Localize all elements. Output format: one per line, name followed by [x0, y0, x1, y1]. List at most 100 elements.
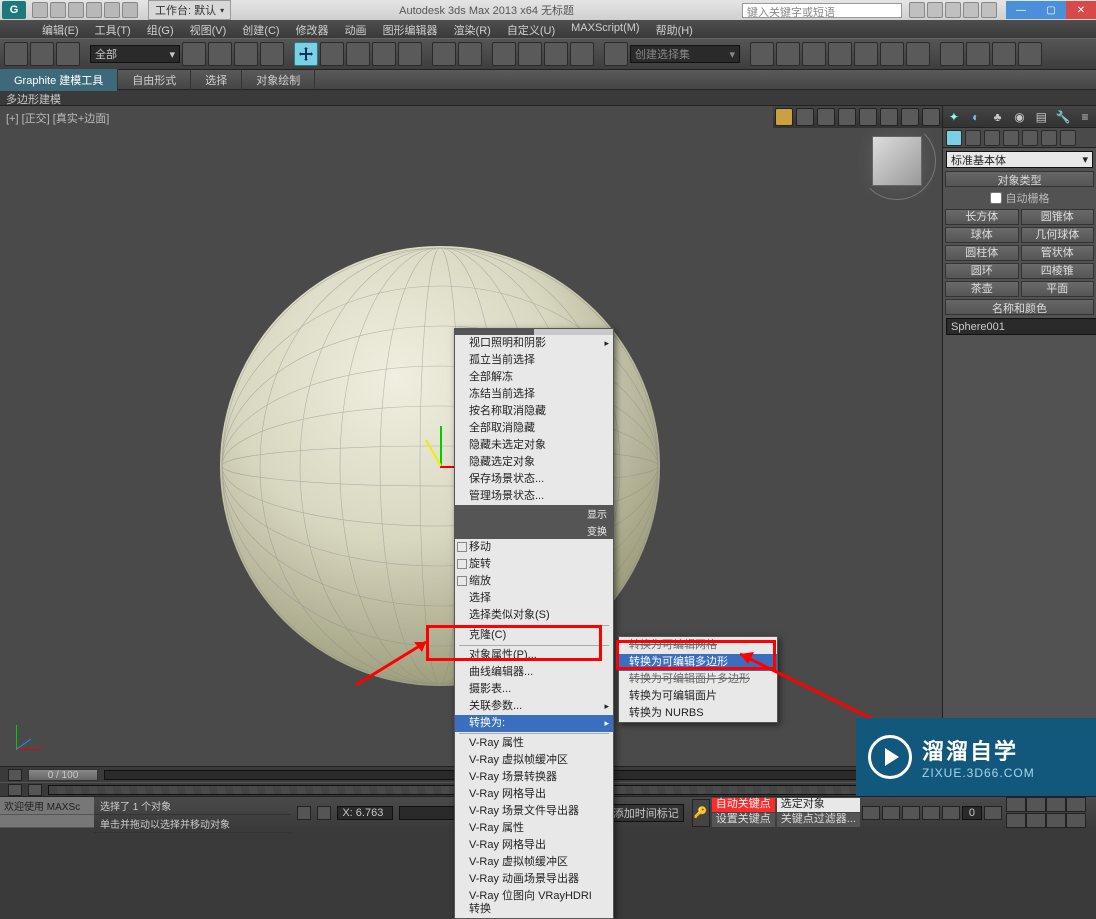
utilities-tab-icon[interactable]: 🔧 [1055, 109, 1071, 125]
zoom-all-icon[interactable] [1026, 797, 1046, 812]
rollout-name-color[interactable]: 名称和颜色 [945, 299, 1094, 315]
select-object-icon[interactable] [182, 42, 206, 66]
btn-sphere[interactable]: 球体 [945, 227, 1019, 243]
infocenter-search[interactable]: 键入关键字或短语 [742, 3, 902, 18]
ribbon-tab-selection[interactable]: 选择 [191, 69, 242, 91]
vp-hw-icon[interactable] [838, 108, 856, 126]
btn-geosphere[interactable]: 几何球体 [1021, 227, 1095, 243]
ctx-isolate-selection[interactable]: 孤立当前选择 [455, 352, 613, 369]
spacewarps-cat-icon[interactable] [1041, 130, 1057, 146]
object-name-input[interactable] [946, 318, 1096, 335]
prev-frame-icon[interactable] [882, 806, 900, 820]
abs-rel-icon[interactable] [317, 806, 331, 820]
graphite-toggle-icon[interactable] [828, 42, 852, 66]
select-scale-icon[interactable] [346, 42, 370, 66]
systems-cat-icon[interactable] [1060, 130, 1076, 146]
coord-x-input[interactable]: X: 6.763 [337, 806, 393, 820]
ribbon-minimize-icon[interactable] [1074, 72, 1092, 88]
workspace-dropdown[interactable]: 工作台: 默认 [148, 0, 231, 20]
ribbon-tab-freeform[interactable]: 自由形式 [118, 69, 191, 91]
exchange-icon[interactable] [945, 2, 961, 18]
qat-new-icon[interactable] [32, 2, 48, 18]
ctx-vray-mesh-export[interactable]: V-Ray 网格导出 [455, 786, 613, 803]
auto-key-button[interactable]: 自动关键点 [712, 798, 775, 812]
lock-selection-icon[interactable] [297, 806, 311, 820]
ctx-scale[interactable]: 缩放 [455, 573, 613, 590]
time-config-icon[interactable] [984, 806, 1002, 820]
align-icon[interactable] [776, 42, 800, 66]
percent-snap-icon[interactable] [544, 42, 568, 66]
ctx-freeze-selection[interactable]: 冻结当前选择 [455, 386, 613, 403]
viewcube[interactable] [872, 136, 922, 186]
vp-exposure-icon[interactable] [859, 108, 877, 126]
ctx-select[interactable]: 选择 [455, 590, 613, 607]
modify-tab-icon[interactable]: ◐ [968, 109, 984, 125]
ctx-vray-vfb-2[interactable]: V-Ray 虚拟帧缓冲区 [455, 854, 613, 871]
ctx-manage-scene-state[interactable]: 管理场景状态... [455, 488, 613, 505]
layer-manager-icon[interactable] [802, 42, 826, 66]
menu-rendering[interactable]: 渲染(R) [446, 20, 499, 38]
display-tab-icon[interactable]: ▤ [1033, 109, 1049, 125]
btn-box[interactable]: 长方体 [945, 209, 1019, 225]
render-iterative-icon[interactable] [1018, 42, 1042, 66]
window-minimize-icon[interactable]: — [1006, 1, 1036, 19]
vp-xview-icon[interactable] [901, 108, 919, 126]
ctx-unfreeze-all[interactable]: 全部解冻 [455, 369, 613, 386]
create-tab-icon[interactable]: ✦ [946, 109, 962, 125]
menu-group[interactable]: 组(G) [139, 20, 182, 38]
render-production-icon[interactable] [992, 42, 1016, 66]
spinner-snap-icon[interactable] [570, 42, 594, 66]
subscription-icon[interactable] [927, 2, 943, 18]
zoom-extents-icon[interactable] [1046, 797, 1066, 812]
bind-spacewarp-icon[interactable] [56, 42, 80, 66]
select-rotate-icon[interactable] [320, 42, 344, 66]
ribbon-tab-modeling[interactable]: Graphite 建模工具 [0, 69, 118, 91]
selection-filter-dropdown[interactable]: 全部▾ [90, 45, 180, 63]
ctx-hide-unselected[interactable]: 隐藏未选定对象 [455, 437, 613, 454]
qat-redo-icon[interactable] [104, 2, 120, 18]
sub-convert-poly[interactable]: 转换为可编辑多边形 [619, 654, 777, 671]
select-link-icon[interactable] [4, 42, 28, 66]
trackbar-filter-icon[interactable] [28, 784, 42, 796]
btn-plane[interactable]: 平面 [1021, 281, 1095, 297]
render-setup-icon[interactable] [940, 42, 964, 66]
move-gizmo-y-axis[interactable] [440, 426, 442, 466]
keyboard-shortcut-icon[interactable] [458, 42, 482, 66]
menu-customize[interactable]: 自定义(U) [499, 20, 563, 38]
maxscript-mini-listener[interactable]: 欢迎使用 MAXSc [0, 797, 94, 828]
menu-views[interactable]: 视图(V) [182, 20, 235, 38]
window-maximize-icon[interactable]: ▢ [1036, 1, 1066, 19]
ctx-vray-scene-converter[interactable]: V-Ray 场景转换器 [455, 769, 613, 786]
time-slider-thumb[interactable]: 0 / 100 [28, 769, 98, 781]
material-editor-icon[interactable] [906, 42, 930, 66]
search-go-icon[interactable] [909, 2, 925, 18]
snap-toggle-icon[interactable] [492, 42, 516, 66]
ctx-wire-parameters[interactable]: 关联参数... [455, 698, 613, 715]
favorites-icon[interactable] [963, 2, 979, 18]
btn-cylinder[interactable]: 圆柱体 [945, 245, 1019, 261]
ctx-vray-mesh-export-2[interactable]: V-Ray 网格导出 [455, 837, 613, 854]
btn-torus[interactable]: 圆环 [945, 263, 1019, 279]
schematic-view-icon[interactable] [880, 42, 904, 66]
play-icon[interactable] [902, 806, 920, 820]
set-key-button[interactable]: 设置关键点 [712, 813, 775, 827]
listener-input[interactable] [0, 815, 94, 828]
ctx-vray-scene-exporter[interactable]: V-Ray 场景文件导出器 [455, 803, 613, 820]
auto-grid-checkbox[interactable] [990, 192, 1002, 204]
next-frame-icon[interactable] [922, 806, 940, 820]
menu-modifiers[interactable]: 修改器 [288, 20, 337, 38]
vp-shadows-icon[interactable] [796, 108, 814, 126]
ctx-select-similar[interactable]: 选择类似对象(S) [455, 607, 613, 624]
lights-cat-icon[interactable] [984, 130, 1000, 146]
qat-link-icon[interactable] [122, 2, 138, 18]
menu-tools[interactable]: 工具(T) [87, 20, 139, 38]
pan-icon[interactable] [1026, 813, 1046, 828]
goto-start-icon[interactable] [862, 806, 880, 820]
menu-graph-editors[interactable]: 图形编辑器 [375, 20, 446, 38]
named-selection-dropdown[interactable]: 创建选择集▾ [630, 45, 740, 63]
ctx-vray-anim-exporter[interactable]: V-Ray 动画场景导出器 [455, 871, 613, 888]
ref-coord-icon[interactable] [372, 42, 396, 66]
menu-animation[interactable]: 动画 [337, 20, 375, 38]
menu-help[interactable]: 帮助(H) [648, 20, 701, 38]
btn-cone[interactable]: 圆锥体 [1021, 209, 1095, 225]
